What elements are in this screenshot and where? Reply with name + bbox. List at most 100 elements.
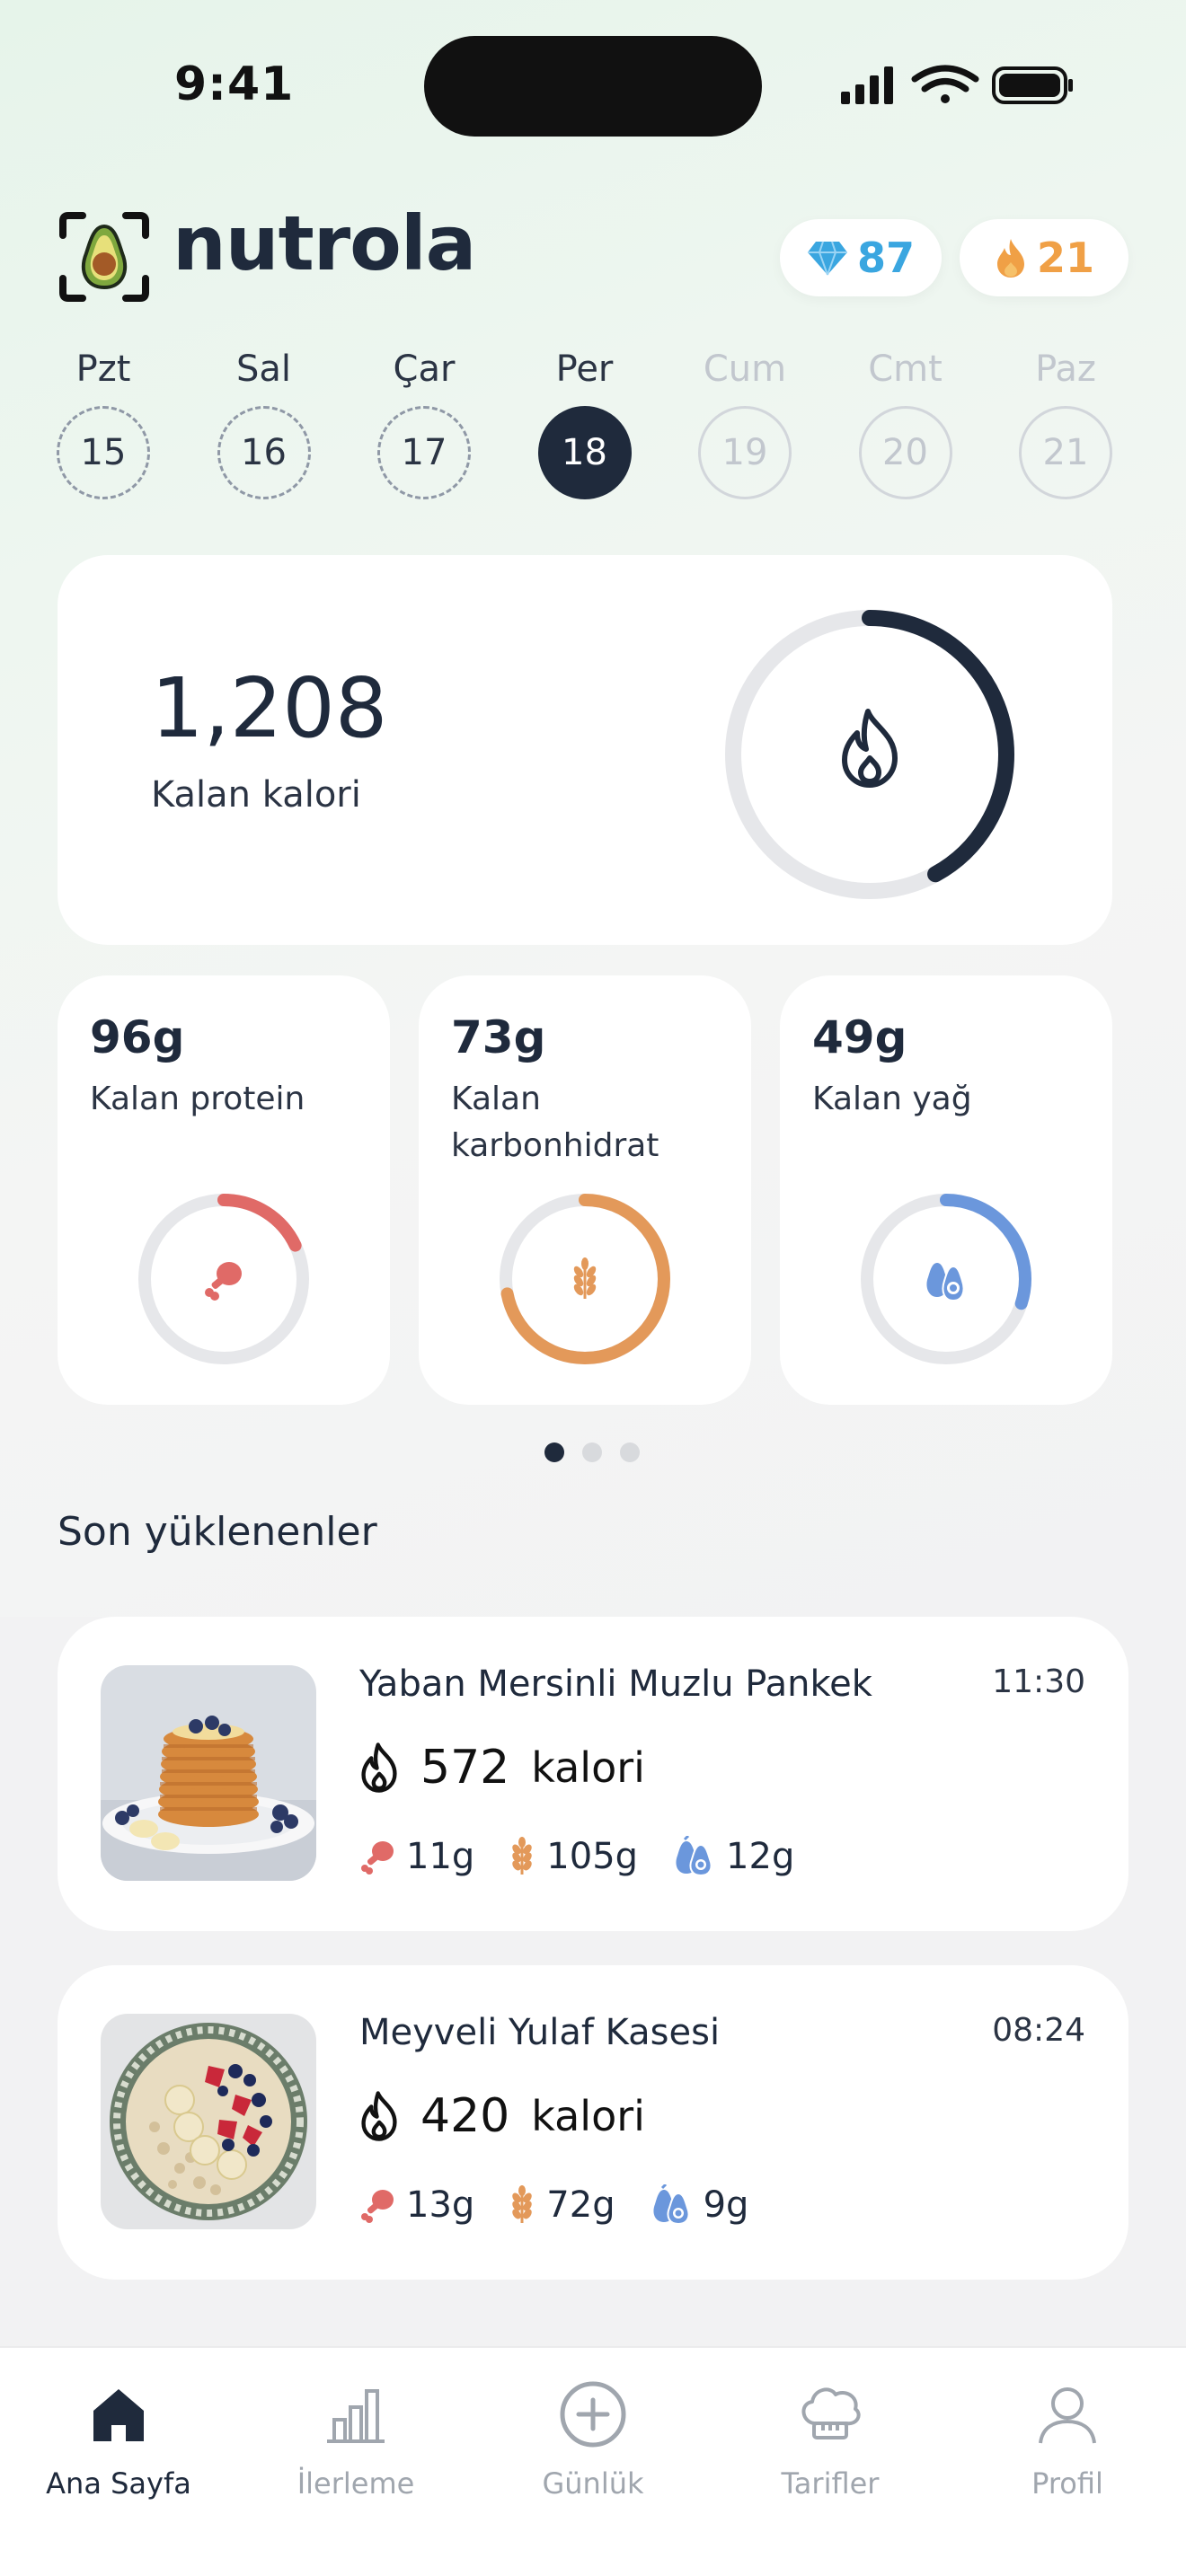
day-label: Paz <box>1035 348 1096 390</box>
meal-calories-unit: kalori <box>531 1743 645 1792</box>
day-per[interactable]: Per 18 <box>535 348 634 499</box>
remaining-calories-value: 1,208 <box>151 660 388 756</box>
meal-fat: 9g <box>650 2184 749 2226</box>
gem-icon <box>807 241 847 276</box>
recent-uploads-title: Son yüklenenler <box>58 1509 377 1555</box>
day-date: 17 <box>377 406 471 499</box>
meal-macros: 11g 105g 12g <box>359 1836 828 1877</box>
page-dot <box>620 1442 640 1462</box>
pancake-photo <box>101 1665 316 1881</box>
meal-calories-unit: kalori <box>531 2092 645 2140</box>
nav-chef-hat[interactable]: Tarifler <box>722 2378 938 2501</box>
status-time: 9:41 <box>174 57 295 111</box>
gems-count: 87 <box>856 234 915 282</box>
drumstick-icon <box>361 1841 394 1875</box>
day-label: Çar <box>393 348 456 390</box>
drumstick-icon <box>205 1262 242 1301</box>
day-cmt[interactable]: Cmt 20 <box>856 348 955 499</box>
brand-name: nutrola <box>173 199 476 287</box>
avocado-icon <box>926 1263 965 1302</box>
calorie-flame-icon <box>361 1742 397 1793</box>
meal-protein: 11g <box>359 1836 474 1877</box>
meal-time: 11:30 <box>992 1663 1085 1700</box>
meal-card[interactable]: Yaban Mersinli Muzlu Pankek 11:30 572 ka… <box>58 1617 1128 1931</box>
avocado-logo-icon <box>59 212 149 302</box>
nav-label: Profil <box>1031 2466 1103 2501</box>
meal-card[interactable]: Meyveli Yulaf Kasesi 08:24 420 kalori 13… <box>58 1965 1128 2280</box>
macro-card[interactable]: 96g Kalan protein <box>58 975 390 1405</box>
meal-calories-value: 572 <box>420 1741 510 1795</box>
macro-label: Kalan protein <box>90 1081 305 1117</box>
profile-icon <box>1039 2387 1096 2444</box>
nav-label: Günlük <box>542 2466 644 2501</box>
nav-label: Ana Sayfa <box>46 2466 191 2501</box>
nav-label: İlerleme <box>296 2466 415 2501</box>
day-date: 16 <box>217 406 311 499</box>
macro-value: 49g <box>812 1011 907 1063</box>
calorie-flame-icon <box>842 709 898 788</box>
day-cum[interactable]: Cum 19 <box>695 348 794 499</box>
meal-fat-value: 9g <box>703 2184 749 2226</box>
meal-carbs-value: 105g <box>546 1836 639 1877</box>
day-date: 18 <box>537 406 632 499</box>
day-date: 21 <box>1019 406 1112 499</box>
wheat-icon <box>512 1837 533 1875</box>
page-indicator[interactable] <box>544 1442 640 1462</box>
macro-ring <box>500 1194 670 1364</box>
meal-name: Yaban Mersinli Muzlu Pankek <box>359 1663 872 1705</box>
macro-value: 96g <box>90 1011 185 1063</box>
calorie-ring <box>725 610 1014 899</box>
day-çar[interactable]: Çar 17 <box>375 348 474 499</box>
nav-bar-chart[interactable]: İlerleme <box>248 2378 464 2501</box>
day-label: Pzt <box>75 348 131 390</box>
streak-badge[interactable]: 21 <box>960 219 1128 296</box>
day-sal[interactable]: Sal 16 <box>215 348 314 499</box>
meal-protein: 13g <box>359 2184 474 2226</box>
meal-macros: 13g 72g 9g <box>359 2184 783 2226</box>
day-label: Cum <box>703 348 787 390</box>
meal-fat-value: 12g <box>726 1836 795 1877</box>
meal-calories: 420 kalori <box>359 2089 645 2143</box>
macro-card[interactable]: 49g Kalan yağ <box>780 975 1112 1405</box>
meal-name: Meyveli Yulaf Kasesi <box>359 2012 721 2053</box>
meal-calories: 572 kalori <box>359 1741 645 1795</box>
nav-label: Tarifler <box>781 2466 880 2501</box>
page-dot-active <box>544 1442 564 1462</box>
meal-protein-value: 13g <box>406 2184 475 2226</box>
signal-icon <box>841 66 893 104</box>
day-paz[interactable]: Paz 21 <box>1016 348 1115 499</box>
macro-label: Kalan yağ <box>812 1081 972 1117</box>
battery-icon <box>992 66 1073 104</box>
wheat-icon <box>512 2185 533 2223</box>
macro-value: 73g <box>451 1011 546 1063</box>
wheat-icon <box>573 1257 597 1299</box>
day-label: Per <box>555 348 614 390</box>
day-label: Sal <box>235 348 291 390</box>
avocado-icon <box>676 1836 712 1877</box>
oat-bowl-photo <box>101 2014 316 2229</box>
bar-chart-icon <box>327 2389 385 2443</box>
day-date: 20 <box>858 406 952 499</box>
remaining-calories-label: Kalan kalori <box>151 774 361 816</box>
macro-ring <box>861 1194 1031 1364</box>
drumstick-icon <box>361 2190 394 2223</box>
calorie-flame-icon <box>361 2091 397 2141</box>
status-icons <box>841 65 1073 104</box>
chef-hat-icon <box>801 2387 861 2439</box>
meal-carbs: 105g <box>509 1836 638 1877</box>
meal-calories-value: 420 <box>420 2089 510 2143</box>
macro-card[interactable]: 73g Kalan karbonhidrat <box>419 975 751 1405</box>
page-dot <box>582 1442 602 1462</box>
nav-plus-circle[interactable]: Günlük <box>485 2378 701 2501</box>
nav-home[interactable]: Ana Sayfa <box>11 2378 226 2501</box>
nav-profile[interactable]: Profil <box>960 2378 1175 2501</box>
day-date: 19 <box>698 406 792 499</box>
gems-badge[interactable]: 87 <box>780 219 942 296</box>
meal-time: 08:24 <box>992 2012 1085 2049</box>
meal-protein-value: 11g <box>406 1836 475 1877</box>
day-pzt[interactable]: Pzt 15 <box>54 348 153 499</box>
day-label: Cmt <box>868 348 943 390</box>
wifi-icon <box>911 65 979 103</box>
day-date: 15 <box>57 406 150 499</box>
meal-carbs-value: 72g <box>546 2184 615 2226</box>
